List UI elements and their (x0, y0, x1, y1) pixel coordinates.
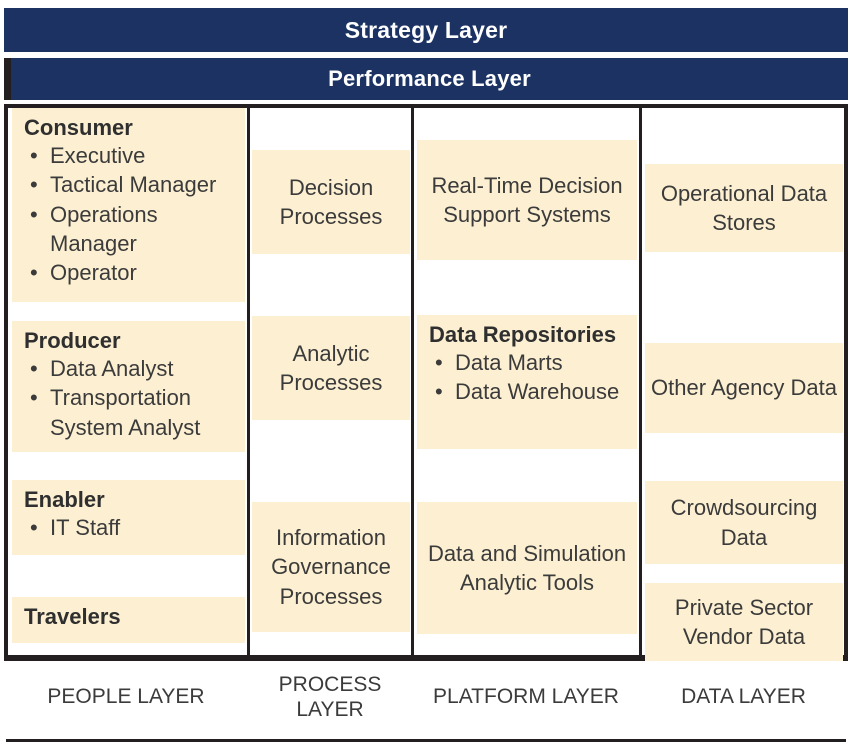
data-box-crowdsourcing-data: Crowdsourcing Data (645, 481, 843, 564)
list-item-label: Operator (50, 260, 137, 285)
bullet-icon: • (435, 379, 443, 405)
people-group-enabler-list: • IT Staff (24, 513, 235, 542)
list-item-label: Data Warehouse (455, 379, 620, 405)
list-item: • Executive (24, 141, 235, 170)
bullet-icon: • (30, 172, 38, 198)
bullet-icon: • (435, 350, 443, 375)
list-item: • Operator (24, 258, 235, 287)
people-group-producer-heading: Producer (24, 328, 121, 353)
list-item-label: Data Marts (455, 350, 563, 375)
platform-box-data-and-simulation-analytic-tools-label: Data and Simulation Analytic Tools (427, 540, 627, 595)
list-item: • Tactical Manager (24, 170, 235, 199)
list-item-label: Transportation System Analyst (50, 385, 201, 440)
column-divider-people-process (247, 104, 250, 661)
performance-layer-label: Performance Layer (328, 66, 531, 91)
footer-label-data-layer: DATA LAYER (681, 685, 806, 708)
list-item: • Transportation System Analyst (24, 383, 235, 442)
platform-box-data-and-simulation-analytic-tools: Data and Simulation Analytic Tools (417, 502, 637, 634)
people-group-producer-list: • Data Analyst • Transportation System Ana… (24, 354, 235, 442)
list-item-label: Tactical Manager (50, 172, 217, 198)
bullet-icon: • (30, 385, 38, 411)
people-group-enabler-heading: Enabler (24, 487, 105, 512)
data-box-other-agency-data-label: Other Agency Data (651, 375, 837, 401)
people-group-travelers: Travelers (12, 597, 245, 643)
list-item: • IT Staff (24, 513, 235, 542)
list-item-label: Data Analyst (50, 356, 174, 381)
architecture-diagram: Strategy Layer Performance Layer Consume… (0, 0, 852, 746)
footer-label-platform-layer: PLATFORM LAYER (433, 685, 619, 708)
footer: PEOPLE LAYER PROCESS LAYER PLATFORM LAYE… (0, 667, 852, 746)
footer-label-people-layer: PEOPLE LAYER (47, 685, 205, 708)
bullet-icon: • (30, 515, 38, 540)
list-item: • Data Warehouse (429, 377, 627, 406)
list-item-label: Executive (50, 143, 146, 168)
process-box-analytic-processes-label: Analytic Processes (279, 340, 383, 395)
bullet-icon: • (30, 201, 38, 227)
data-box-other-agency-data: Other Agency Data (645, 343, 843, 433)
platform-group-data-repositories-heading: Data Repositories (429, 322, 617, 347)
strategy-layer-label: Strategy Layer (344, 16, 508, 43)
platform-box-real-time-decision-support-systems-label: Real-Time Decision Support Systems (431, 172, 623, 227)
data-box-crowdsourcing-data-label: Crowdsourcing Data (670, 495, 818, 550)
people-group-producer: Producer • Data Analyst • Transportation S… (12, 321, 245, 452)
bullet-icon: • (30, 260, 38, 285)
data-box-private-sector-vendor-data-label: Private Sector Vendor Data (674, 594, 814, 649)
footer-rule (6, 739, 846, 742)
footer-label-process-layer: PROCESS LAYER (278, 673, 382, 721)
people-group-consumer-list: • Executive • Tactical Manager • Operations… (24, 141, 235, 287)
people-group-consumer-heading: Consumer (24, 115, 133, 140)
process-box-information-governance-processes: Information Governance Processes (252, 502, 410, 632)
data-box-operational-data-stores-label: Operational Data Stores (660, 180, 828, 235)
people-group-consumer: Consumer • Executive • Tactical Manager • O… (12, 108, 245, 302)
performance-layer-banner: Performance Layer (4, 58, 848, 100)
process-box-decision-processes: Decision Processes (252, 150, 410, 254)
process-box-information-governance-processes-label: Information Governance Processes (271, 525, 391, 609)
process-box-analytic-processes: Analytic Processes (252, 316, 410, 420)
process-box-decision-processes-label: Decision Processes (279, 174, 383, 229)
bullet-icon: • (30, 143, 38, 168)
people-group-travelers-heading: Travelers (24, 604, 121, 629)
list-item: • Operations Manager (24, 200, 235, 259)
bullet-icon: • (30, 356, 38, 381)
list-item-label: IT Staff (50, 515, 121, 540)
data-box-private-sector-vendor-data: Private Sector Vendor Data (645, 583, 843, 661)
list-item-label: Operations Manager (50, 201, 158, 256)
platform-box-real-time-decision-support-systems: Real-Time Decision Support Systems (417, 140, 637, 260)
data-box-operational-data-stores: Operational Data Stores (645, 164, 843, 252)
platform-group-data-repositories: Data Repositories • Data Marts • Data Ware… (417, 315, 637, 449)
column-divider-platform-data (639, 104, 642, 661)
list-item: • Data Marts (429, 348, 627, 377)
people-group-enabler: Enabler • IT Staff (12, 480, 245, 555)
platform-group-data-repositories-list: • Data Marts • Data Warehouse (429, 348, 627, 407)
strategy-layer-banner: Strategy Layer (4, 8, 848, 52)
column-divider-process-platform (411, 104, 414, 661)
list-item: • Data Analyst (24, 354, 235, 383)
